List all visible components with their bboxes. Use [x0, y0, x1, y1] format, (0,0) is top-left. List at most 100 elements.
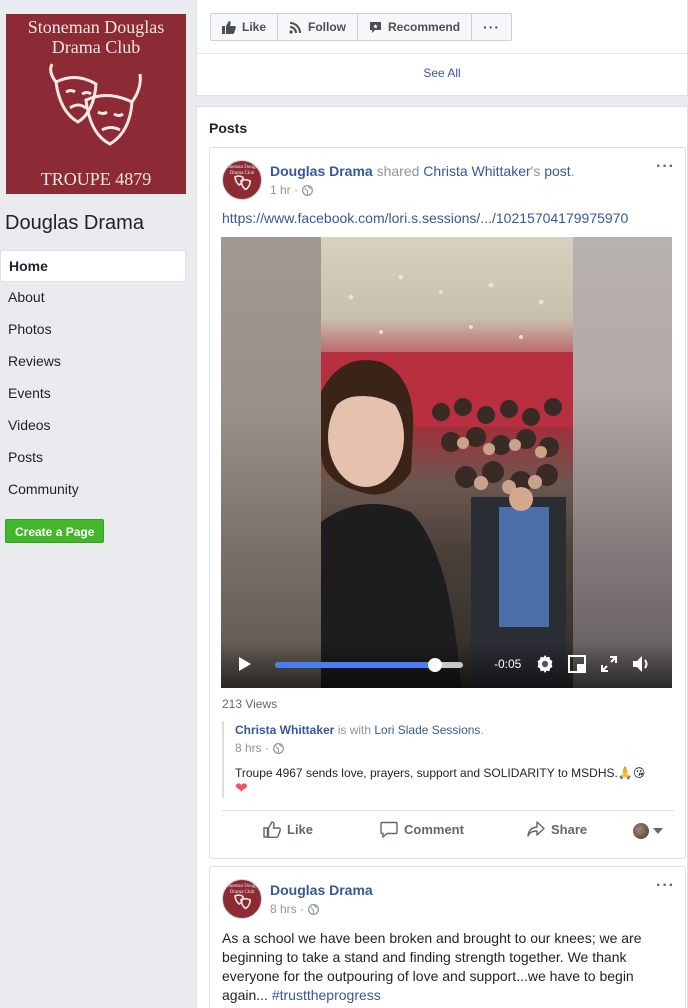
post-timestamp[interactable]: 8 hrs ·: [270, 902, 304, 916]
post-comment-button[interactable]: Comment: [380, 821, 464, 838]
post-share-button[interactable]: Share: [527, 821, 587, 837]
shared-author-link[interactable]: Christa Whittaker: [235, 723, 334, 737]
avatar[interactable]: Stoneman Douglas Drama Club: [222, 160, 262, 200]
drama-masks-icon: [234, 894, 252, 910]
profile-troupe: TROUPE 4879: [40, 169, 152, 189]
recommend-button[interactable]: Recommend: [358, 14, 473, 40]
nav-item-videos[interactable]: Videos: [0, 410, 186, 442]
post-as-selector[interactable]: [633, 823, 663, 839]
shared-post-header: Christa Whittaker is with Lori Slade Ses…: [235, 723, 484, 737]
profile-picture[interactable]: Stoneman Douglas Drama Club TROUPE 4879: [6, 14, 186, 194]
right-column: Like Follow Recommend ··· See All Posts …: [196, 0, 688, 1008]
video-blur-right: [573, 237, 672, 688]
comment-icon: [380, 821, 398, 838]
globe-icon[interactable]: [308, 903, 319, 915]
kiss-face-emoji: 😘: [632, 766, 646, 780]
header-period: .: [570, 163, 575, 179]
video-player[interactable]: -0:05: [221, 237, 672, 688]
play-icon[interactable]: [238, 656, 252, 672]
shared-original-post: Christa Whittaker is with Lori Slade Ses…: [222, 721, 672, 798]
page-action-bar: Like Follow Recommend ···: [210, 13, 513, 41]
post-comment-label: Comment: [404, 822, 464, 837]
shared-url-link[interactable]: https://www.facebook.com/lori.s.sessions…: [222, 210, 628, 226]
see-all-link[interactable]: See All: [197, 66, 687, 80]
fullscreen-icon[interactable]: [601, 656, 617, 672]
volume-icon[interactable]: [632, 654, 650, 674]
like-page-button[interactable]: Like: [211, 14, 279, 40]
page-name[interactable]: Douglas Drama: [5, 212, 144, 235]
rss-follow-icon: [289, 21, 302, 34]
nav-item-events[interactable]: Events: [0, 378, 186, 410]
nav-item-home[interactable]: Home: [0, 250, 186, 282]
hashtag-link[interactable]: #trusttheprogress: [272, 987, 381, 1003]
shared-post-message: Troupe 4967 sends love, prayers, support…: [235, 766, 618, 780]
globe-icon[interactable]: [302, 184, 313, 196]
post-header: Douglas Drama: [270, 882, 373, 898]
with-text: is with: [334, 723, 375, 737]
thumbs-up-icon: [222, 20, 236, 34]
post-header: Douglas Drama shared Christa Whittaker's…: [270, 163, 575, 179]
nav-item-reviews[interactable]: Reviews: [0, 346, 186, 378]
possessive-text: 's: [530, 163, 545, 179]
video-blur-left: [221, 237, 321, 688]
shared-post-text: Troupe 4967 sends love, prayers, support…: [235, 765, 675, 797]
thumbs-up-icon: [263, 821, 281, 838]
gear-icon[interactable]: [535, 654, 555, 674]
page-actions-card: Like Follow Recommend ··· See All: [196, 0, 688, 96]
avatar: [633, 823, 649, 839]
chevron-down-icon: [653, 828, 663, 834]
nav-item-about[interactable]: About: [0, 282, 186, 314]
divider: [197, 53, 687, 54]
post-action-bar: Like Comment Share: [222, 810, 674, 852]
post-text: Stoneman Douglas Drama Club Douglas Dram…: [209, 866, 686, 1008]
video-progress-handle[interactable]: [427, 658, 442, 672]
post-options-icon[interactable]: ···: [656, 158, 675, 176]
recommend-icon: [370, 21, 382, 33]
post-author-link[interactable]: Douglas Drama: [270, 882, 373, 898]
create-page-button[interactable]: Create a Page: [5, 519, 105, 543]
post-like-button[interactable]: Like: [263, 821, 313, 838]
post-author-link[interactable]: Douglas Drama: [270, 163, 373, 179]
posts-heading: Posts: [209, 120, 248, 136]
post-options-icon[interactable]: ···: [656, 877, 675, 895]
heart-emoji: ❤: [235, 780, 248, 797]
drama-masks-icon: [234, 175, 252, 191]
post-timestamp[interactable]: 1 hr ·: [270, 183, 298, 197]
like-page-label: Like: [242, 20, 267, 34]
video-progress-slider[interactable]: [275, 658, 463, 672]
nav-item-community[interactable]: Community: [0, 474, 186, 506]
tagged-page-link[interactable]: Lori Slade Sessions: [374, 723, 480, 737]
follow-label: Follow: [308, 20, 347, 34]
profile-title-line2: Drama Club: [51, 37, 141, 57]
shared-post-timestamp[interactable]: 8 hrs ·: [235, 741, 269, 755]
sharer-link[interactable]: Christa Whittaker: [423, 163, 530, 179]
more-actions-button[interactable]: ···: [472, 14, 511, 40]
nav-item-posts[interactable]: Posts: [0, 442, 186, 474]
avatar[interactable]: Stoneman Douglas Drama Club: [222, 879, 262, 919]
globe-icon[interactable]: [273, 742, 284, 754]
praying-hands-emoji: 🙏: [617, 766, 633, 780]
post-body-text: As a school we have been broken and brou…: [222, 929, 672, 1005]
original-post-link[interactable]: post: [544, 163, 570, 179]
video-time-remaining: -0:05: [494, 657, 522, 671]
picture-in-picture-icon[interactable]: [568, 655, 586, 673]
shared-verb: shared: [372, 163, 424, 179]
recommend-label: Recommend: [388, 20, 461, 34]
post-share-label: Share: [551, 821, 588, 837]
video-person: [321, 360, 461, 688]
video-view-count: 213 Views: [222, 697, 278, 711]
post-shared-video: Stoneman Douglas Drama Club Douglas Dram…: [209, 147, 686, 859]
post-like-label: Like: [287, 822, 314, 837]
drama-masks-icon: [49, 63, 142, 146]
shared-post-meta: 8 hrs ·: [235, 741, 284, 755]
posts-section: Posts Stoneman Douglas Drama Club Dougla…: [196, 106, 688, 1008]
left-column: Stoneman Douglas Drama Club TROUPE 4879 …: [0, 0, 196, 1008]
share-arrow-icon: [527, 821, 545, 837]
video-progress-fill: [275, 662, 435, 668]
follow-button[interactable]: Follow: [278, 14, 359, 40]
more-dots-icon: ···: [483, 19, 501, 35]
profile-title-line1: Stoneman Douglas: [27, 17, 165, 37]
shared-period: .: [480, 723, 484, 737]
nav-item-photos[interactable]: Photos: [0, 314, 186, 346]
post-meta: 1 hr ·: [270, 183, 313, 197]
